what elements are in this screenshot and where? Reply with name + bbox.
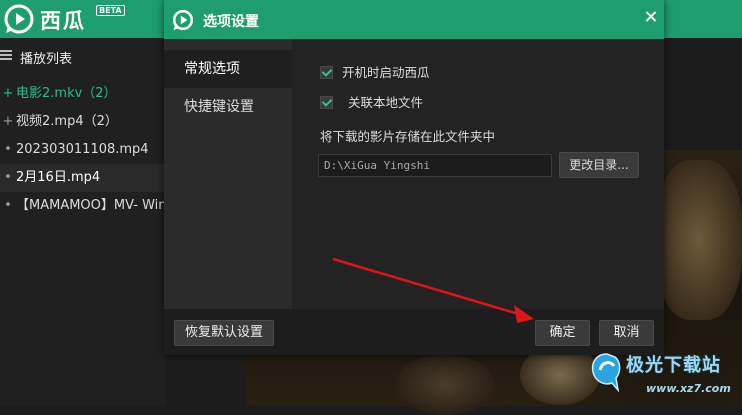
- close-icon[interactable]: [642, 8, 660, 26]
- playlist-header: 播放列表: [0, 38, 165, 74]
- bullet-icon: •: [4, 170, 12, 185]
- playlist-item-label: 【MAMAMOO】MV- Win: [16, 198, 165, 213]
- bullet-icon: •: [4, 142, 12, 157]
- dialog-footer: 恢复默认设置 确定 取消: [164, 309, 664, 355]
- watermark-text: 极光下载站: [626, 355, 721, 376]
- playlist-item[interactable]: + 电影2.mkv（2）: [0, 80, 165, 108]
- startup-checkbox[interactable]: [320, 66, 333, 79]
- associate-files-label: 关联本地文件: [348, 95, 424, 110]
- associate-files-option[interactable]: 关联本地文件: [320, 94, 423, 112]
- list-icon: [0, 50, 12, 61]
- watermark-logo-icon: [591, 353, 621, 392]
- watermark: 极光下载站 www.xz7.com: [588, 350, 738, 406]
- playlist-item-label: 202303011108.mp4: [16, 142, 149, 157]
- xigua-logo-icon: [172, 9, 194, 31]
- cancel-button[interactable]: 取消: [599, 320, 654, 346]
- dialog-nav: 常规选项 快捷键设置: [164, 39, 292, 309]
- options-dialog: 选项设置 常规选项 快捷键设置 开机时启动西瓜 关联本地文件 将下载的影片存储在…: [164, 0, 664, 355]
- playlist-item[interactable]: • 【MAMAMOO】MV- Win: [0, 192, 165, 220]
- playlist-item-label: 视频2.mp4（2）: [16, 114, 118, 129]
- tab-shortcut-settings[interactable]: 快捷键设置: [164, 88, 292, 126]
- video-frame-detail: [655, 160, 742, 320]
- beta-badge: BETA: [96, 5, 125, 16]
- expand-icon[interactable]: +: [0, 108, 16, 136]
- dialog-header[interactable]: 选项设置: [164, 0, 664, 39]
- startup-option[interactable]: 开机时启动西瓜: [320, 64, 430, 82]
- watermark-url: www.xz7.com: [646, 382, 731, 395]
- playlist-title: 播放列表: [20, 52, 73, 67]
- playlist-item-label: 2月16日.mp4: [16, 170, 101, 185]
- playlist-item[interactable]: • 202303011108.mp4: [0, 136, 165, 164]
- playlist-item[interactable]: + 视频2.mp4（2）: [0, 108, 165, 136]
- save-folder-label: 将下载的影片存储在此文件夹中: [320, 129, 496, 144]
- startup-label: 开机时启动西瓜: [342, 65, 430, 80]
- dialog-title: 选项设置: [203, 14, 259, 30]
- tab-general-options[interactable]: 常规选项: [164, 50, 292, 88]
- bullet-icon: •: [4, 198, 12, 213]
- ok-button[interactable]: 确定: [535, 320, 590, 346]
- video-frame-detail: [395, 355, 495, 415]
- xigua-logo-icon: [4, 4, 34, 34]
- restore-defaults-button[interactable]: 恢复默认设置: [174, 320, 274, 346]
- change-directory-button[interactable]: 更改目录...: [559, 152, 639, 178]
- save-path-field[interactable]: [318, 154, 552, 177]
- expand-icon[interactable]: +: [0, 80, 16, 108]
- associate-files-checkbox[interactable]: [320, 96, 333, 109]
- playlist-item-label: 电影2.mkv（2）: [16, 86, 117, 101]
- playlist-item[interactable]: • 2月16日.mp4: [0, 164, 165, 192]
- app-name: 西瓜: [40, 9, 86, 33]
